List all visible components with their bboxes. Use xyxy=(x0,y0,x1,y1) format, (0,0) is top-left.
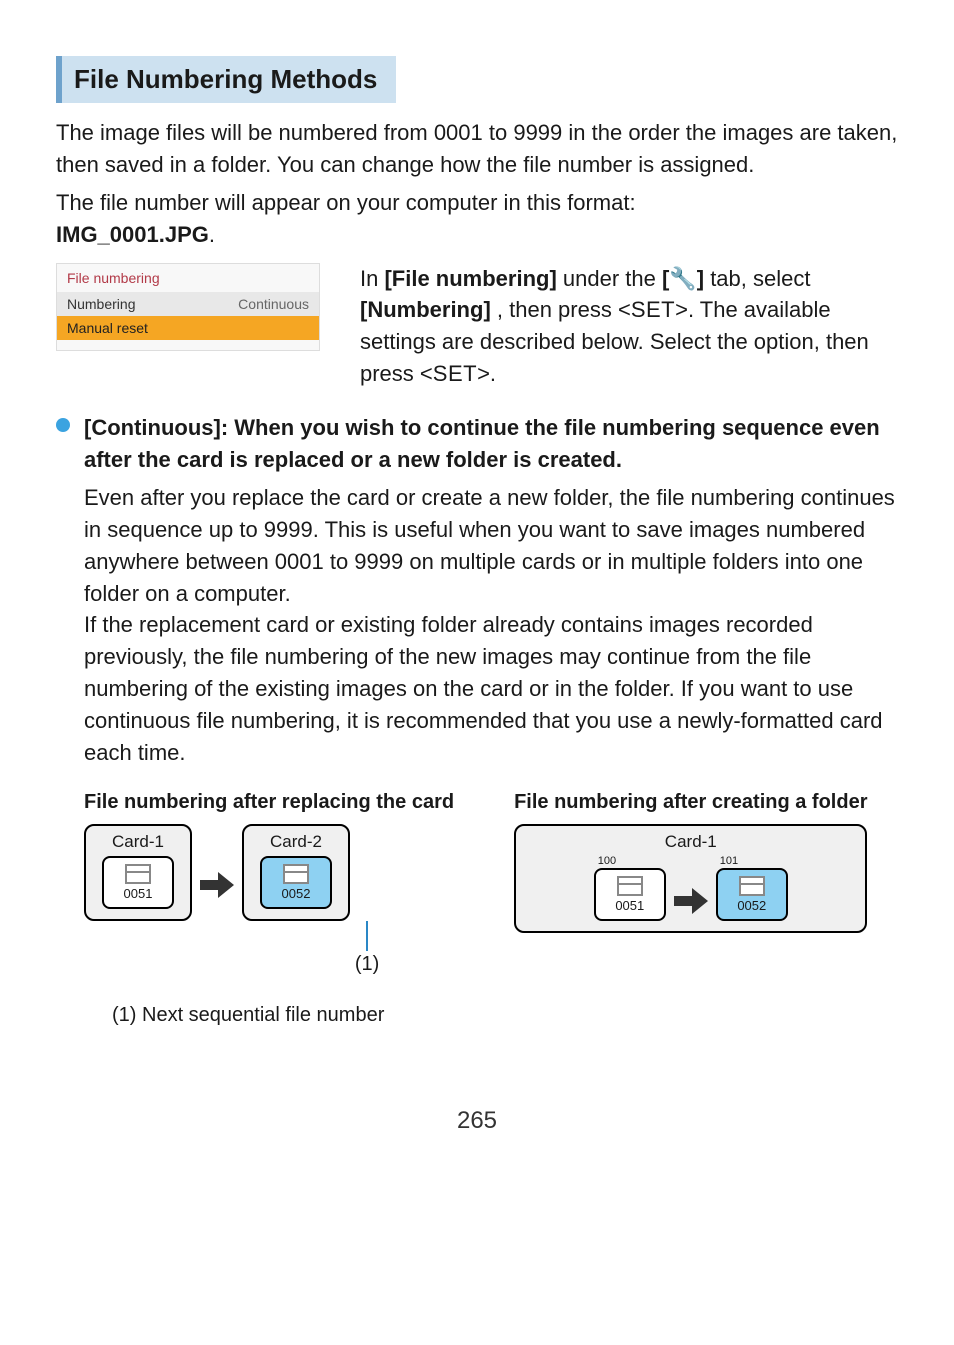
intro-p2-suffix: . xyxy=(209,222,215,247)
page-number: 265 xyxy=(56,1107,898,1135)
menu-header: File numbering xyxy=(57,264,319,292)
file-number: 0051 xyxy=(602,898,658,913)
ctx-text: >. xyxy=(477,361,496,386)
diagram-replace-card: File numbering after replacing the card … xyxy=(84,789,454,976)
ctx-text: tab, select xyxy=(710,266,810,291)
card-inner: 0051 xyxy=(102,856,174,909)
ctx-file-numbering: [File numbering] xyxy=(384,266,556,291)
card-wide: Card-1 100 0051 101 xyxy=(514,824,867,933)
ctx-numbering: [Numbering] xyxy=(360,297,491,322)
file-number: 0052 xyxy=(268,886,324,901)
diagram-title: File numbering after replacing the card xyxy=(84,789,454,816)
card-label: Card-1 xyxy=(94,832,182,852)
ctx-bracket-close: ] xyxy=(697,266,704,291)
set-glyph: SET xyxy=(433,361,477,386)
folder-inner: 0051 xyxy=(594,868,666,921)
menu-row-numbering: Numbering Continuous xyxy=(57,292,319,316)
picture-icon xyxy=(739,876,765,896)
picture-icon xyxy=(617,876,643,896)
card-1: Card-1 0051 xyxy=(84,824,192,921)
folder-number: 100 xyxy=(594,856,666,867)
folder-number: 101 xyxy=(716,856,788,867)
menu-footer-spacer xyxy=(57,340,319,350)
diagram-title: File numbering after creating a folder xyxy=(514,789,867,816)
intro-p2-prefix: The file number will appear on your comp… xyxy=(56,190,636,215)
file-number: 0052 xyxy=(724,898,780,913)
set-glyph: SET xyxy=(631,297,675,322)
diagram-create-folder: File numbering after creating a folder C… xyxy=(514,789,867,976)
menu-row-label: Numbering xyxy=(67,296,238,312)
card-label: Card-1 xyxy=(526,832,855,852)
camera-menu-screenshot: File numbering Numbering Continuous Manu… xyxy=(56,263,320,351)
menu-row-label: Manual reset xyxy=(67,320,309,336)
section-title: File Numbering Methods xyxy=(56,56,396,103)
picture-icon xyxy=(125,864,151,884)
bullet-dot-icon xyxy=(56,418,70,432)
diagram-legend: (1) Next sequential file number xyxy=(56,1004,898,1027)
ctx-text: , then press < xyxy=(497,297,631,322)
intro-paragraph-1: The image files will be numbered from 00… xyxy=(56,117,898,181)
context-instructions: In [File numbering] under the [🔧] tab, s… xyxy=(360,263,898,391)
ctx-text: In xyxy=(360,266,384,291)
bullet-continuous: [Continuous]: When you wish to continue … xyxy=(56,412,898,769)
picture-icon xyxy=(283,864,309,884)
ctx-bracket-open: [ xyxy=(662,266,669,291)
card-inner-highlight: 0052 xyxy=(260,856,332,909)
card-2: Card-2 0052 xyxy=(242,824,350,921)
intro-paragraph-2: The file number will appear on your comp… xyxy=(56,187,898,251)
menu-row-manual-reset: Manual reset xyxy=(57,316,319,340)
callout-number: (1) xyxy=(280,953,454,976)
bullet-body-p2: If the replacement card or existing fold… xyxy=(84,609,898,768)
callout-line xyxy=(366,921,368,951)
card-label: Card-2 xyxy=(252,832,340,852)
bullet-body-p1: Even after you replace the card or creat… xyxy=(84,482,898,610)
file-number: 0051 xyxy=(110,886,166,901)
folder-inner-highlight: 0052 xyxy=(716,868,788,921)
bullet-title: [Continuous]: When you wish to continue … xyxy=(84,412,898,476)
ctx-text: under the xyxy=(563,266,662,291)
wrench-icon: 🔧 xyxy=(669,263,696,295)
file-format-example: IMG_0001.JPG xyxy=(56,222,209,247)
menu-row-value: Continuous xyxy=(238,296,309,312)
